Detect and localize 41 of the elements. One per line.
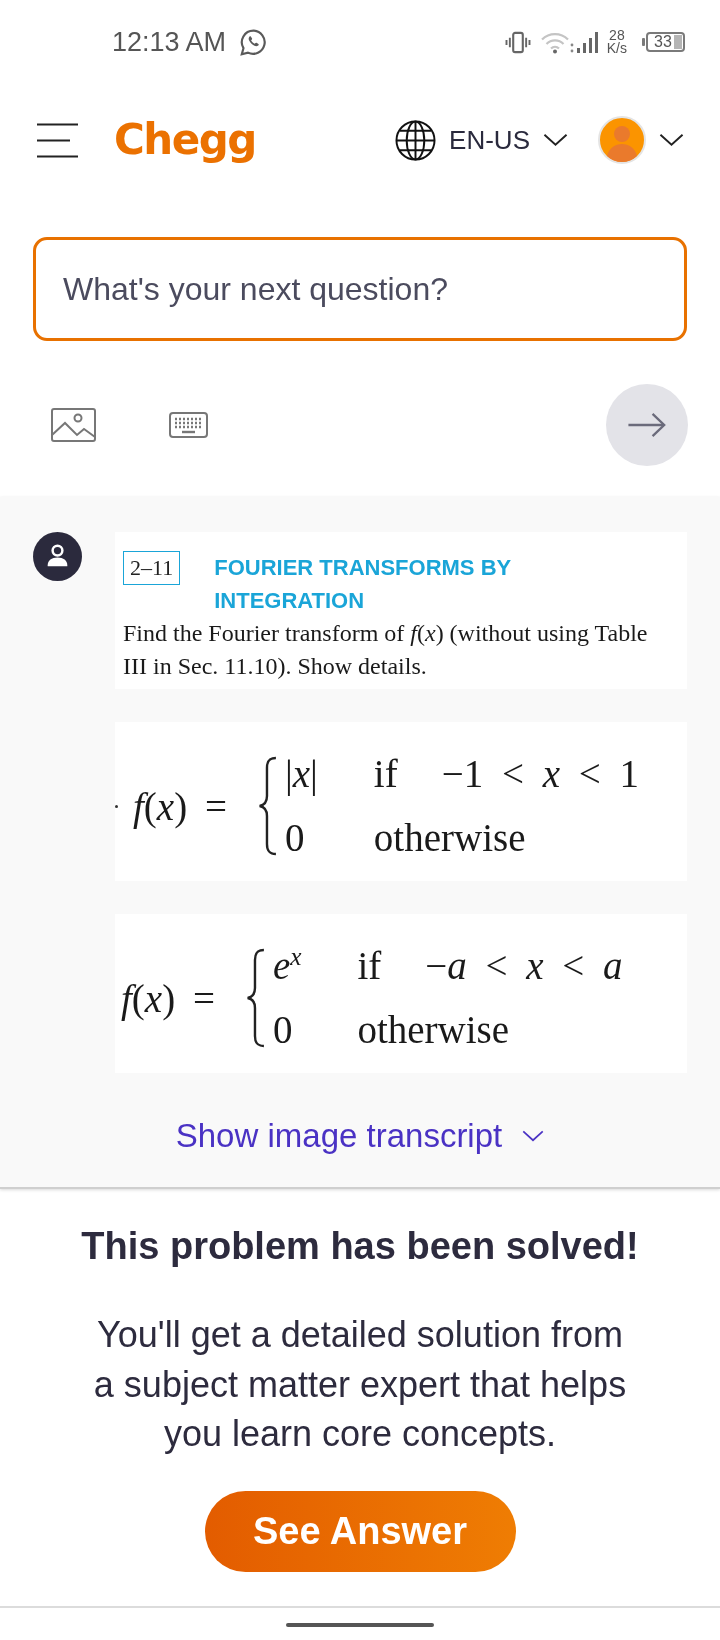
chevron-down-icon — [522, 1130, 545, 1142]
network-speed-value: 28 — [609, 29, 625, 42]
formula-condition: if — [357, 943, 382, 989]
problem-text: Find the Fourier transform of f(x) (without using Table III in Sec. 11.10). Show details. — [123, 619, 649, 681]
arrow-right-icon — [627, 412, 667, 438]
formula-condition: otherwise — [373, 815, 527, 861]
menu-icon[interactable] — [37, 122, 78, 158]
formula-lhs: f(x) = — [121, 975, 215, 1021]
signal-icon — [569, 30, 600, 54]
left-brace-icon — [256, 756, 278, 856]
solved-heading: This problem has been solved! — [81, 1224, 639, 1269]
left-brace-icon — [244, 948, 266, 1048]
formula-condition: otherwise — [357, 1007, 511, 1053]
formula-case-value: 0 — [284, 815, 306, 861]
clock-time: 12:13 AM — [112, 26, 227, 58]
user-avatar-icon — [33, 532, 82, 581]
search-field[interactable]: What's your next question? — [33, 237, 687, 341]
phone-bubble-icon — [239, 27, 269, 57]
avatar-icon — [598, 116, 646, 164]
wifi-icon — [539, 30, 570, 54]
image-icon[interactable] — [51, 408, 96, 442]
show-transcript-link[interactable]: Show image transcript — [175, 1116, 545, 1156]
formula-case-value: 0 — [272, 1007, 294, 1053]
section-title: FOURIER TRANSFORMS BY INTEGRATION — [214, 554, 512, 615]
chevron-down-icon — [543, 133, 568, 147]
vibrate-icon — [503, 30, 532, 54]
problem-number: 2–11 — [123, 551, 181, 585]
formula-case-value: e$^{x}$ — [272, 941, 302, 989]
formula-condition: −1 < x < 1 — [441, 751, 639, 797]
formula-condition: if — [373, 751, 398, 797]
formula-condition: −a < x < a — [425, 943, 623, 989]
network-speed-unit: K/s — [606, 42, 627, 55]
account-menu-button[interactable] — [598, 116, 684, 164]
solved-description: You'll get a detailed solution from a subject matter expert that helps you learn core concepts. — [92, 1313, 628, 1456]
chevron-down-icon — [659, 133, 684, 147]
globe-icon — [395, 119, 437, 161]
language-selector[interactable]: EN-US — [395, 119, 568, 161]
navigation-handle[interactable] — [286, 1622, 434, 1627]
formula-lhs: f(x) = — [133, 783, 227, 829]
keyboard-icon[interactable] — [169, 412, 208, 438]
formula-case-value: |x| — [284, 751, 318, 798]
